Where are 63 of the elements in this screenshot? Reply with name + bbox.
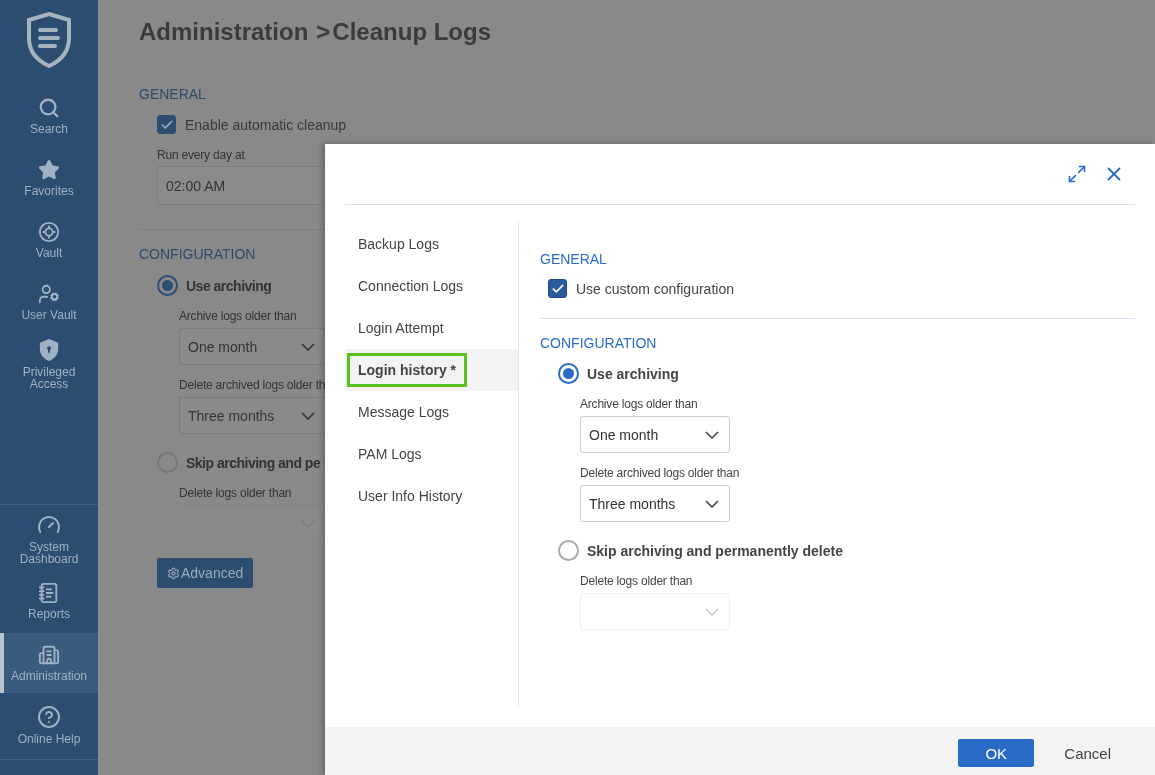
sidebar-item[interactable]: Favorites (0, 148, 98, 208)
shield-logo (26, 12, 72, 68)
field-label: Delete logs older than (179, 486, 292, 500)
section-heading: GENERAL (139, 86, 206, 102)
checkbox[interactable] (548, 279, 567, 298)
section-heading: GENERAL (540, 251, 607, 267)
sidebar-item[interactable]: Online Help (0, 695, 98, 755)
radio-option[interactable]: Use archiving (157, 275, 272, 296)
notebook-icon (38, 582, 60, 604)
chevron-icon (301, 411, 315, 420)
nav-item[interactable]: Login history * (345, 349, 518, 391)
radio-option[interactable]: Skip archiving and permanently delete (558, 540, 843, 561)
radio-button[interactable] (558, 363, 579, 384)
sidebar-item[interactable]: Privileged Access (0, 334, 98, 394)
sidebar-item[interactable]: Search (0, 86, 98, 146)
search-icon (38, 97, 60, 119)
field-label: Archive logs older than (580, 397, 698, 411)
nav-item[interactable]: Login Attempt (345, 307, 518, 349)
help-icon (37, 705, 61, 729)
section-heading: CONFIGURATION (139, 246, 256, 262)
maximize-icon[interactable] (1067, 164, 1087, 184)
breadcrumb-item[interactable]: Administration (139, 18, 309, 46)
ok-button[interactable]: OK (958, 739, 1035, 767)
chevron-icon (705, 430, 719, 439)
nav-item[interactable]: User Info History (345, 475, 518, 517)
nav-item[interactable]: Message Logs (345, 391, 518, 433)
chevron-icon (705, 607, 719, 616)
field-label: Delete archived logs older than (580, 466, 740, 480)
shield-icon (38, 338, 60, 362)
radio-option[interactable]: Skip archiving and pe (157, 452, 321, 473)
chevron-icon (301, 342, 315, 351)
time-field[interactable]: 02:00 AM (157, 166, 325, 205)
breadcrumb-separator: > (316, 18, 331, 46)
field-label: Delete logs older than (580, 574, 693, 588)
field-label: Run every day at (157, 148, 245, 162)
dropdown[interactable]: Three months (179, 397, 325, 434)
advanced-button[interactable]: Advanced (157, 558, 254, 588)
user-gear-icon (38, 283, 60, 305)
sidebar-item[interactable]: Vault (0, 210, 98, 270)
nav-item[interactable]: PAM Logs (345, 433, 518, 475)
checkbox-option[interactable]: Use custom configuration (548, 279, 734, 298)
nav-item[interactable]: Connection Logs (345, 265, 518, 307)
radio-option[interactable]: Use archiving (558, 363, 679, 384)
gear-icon (167, 566, 180, 580)
sidebar-item[interactable]: Reports (0, 571, 98, 631)
radio-button[interactable] (558, 540, 579, 561)
section-heading: CONFIGURATION (540, 335, 657, 351)
field-label: Archive logs older than (179, 309, 297, 323)
radio-button[interactable] (157, 275, 178, 296)
dropdown[interactable]: One month (580, 416, 730, 453)
dropdown[interactable]: One month (179, 328, 325, 365)
cancel-button[interactable]: Cancel (1058, 739, 1117, 767)
breadcrumb-item: Cleanup Logs (332, 18, 492, 46)
sidebar-item[interactable]: System Dashboard (0, 509, 98, 569)
dropdown[interactable]: Three months (580, 485, 730, 522)
sidebar-item[interactable]: Administration (0, 633, 98, 693)
checkbox[interactable] (157, 115, 176, 134)
field-label: Delete archived logs older th (179, 378, 326, 392)
nav-item[interactable]: Backup Logs (345, 223, 518, 265)
star-icon (38, 159, 60, 181)
sidebar-item[interactable]: User Vault (0, 272, 98, 332)
chevron-icon (705, 499, 719, 508)
checkbox-option[interactable]: Enable automatic cleanup (157, 115, 347, 134)
